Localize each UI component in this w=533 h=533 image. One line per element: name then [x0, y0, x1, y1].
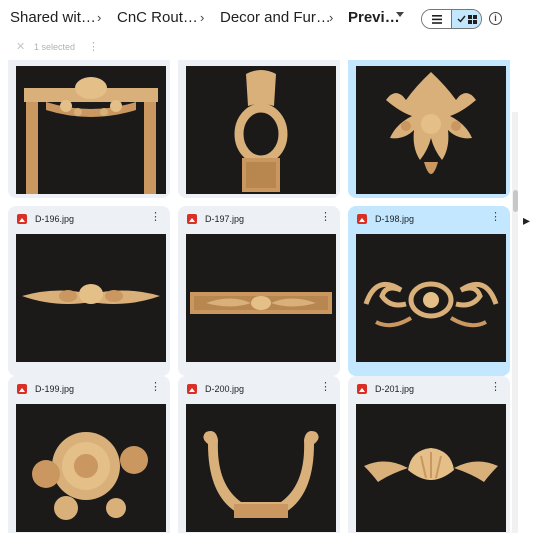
- file-thumbnail: [16, 404, 166, 532]
- file-grid: D-196.jpg ⋮ D-197.jpg ⋮ D-198.jpg ⋮ D-19…: [0, 60, 533, 533]
- more-options-icon[interactable]: ⋮: [490, 212, 501, 223]
- file-thumbnail: [16, 234, 166, 362]
- more-options-icon[interactable]: ⋮: [320, 212, 331, 223]
- carved-scroll-image: [363, 281, 499, 328]
- more-actions-button[interactable]: ⋮: [88, 40, 99, 53]
- image-file-icon: [357, 384, 367, 394]
- view-toggle: [421, 9, 482, 29]
- file-card[interactable]: D-199.jpg ⋮: [8, 376, 170, 533]
- breadcrumb-shared[interactable]: Shared wit…: [10, 9, 96, 26]
- image-file-icon: [17, 214, 27, 224]
- file-title-row: D-199.jpg ⋮: [8, 376, 170, 402]
- file-thumbnail: [186, 66, 336, 194]
- scrollbar-thumb[interactable]: [513, 190, 518, 212]
- file-name: D-199.jpg: [35, 384, 75, 394]
- file-card[interactable]: D-197.jpg ⋮: [178, 206, 340, 376]
- file-card[interactable]: [8, 60, 170, 198]
- file-name: D-196.jpg: [35, 214, 75, 224]
- carved-shell-image: [364, 448, 498, 482]
- carved-swag-image: [22, 284, 160, 304]
- file-thumbnail: [16, 66, 166, 194]
- clear-selection-button[interactable]: ✕: [16, 40, 25, 53]
- image-file-icon: [187, 214, 197, 224]
- more-options-icon[interactable]: ⋮: [150, 382, 161, 393]
- image-file-icon: [357, 214, 367, 224]
- breadcrumb-current[interactable]: Previ…: [348, 9, 400, 26]
- grid-icon: [467, 14, 477, 24]
- header: Shared wit… › CnC Rout… › Decor and Fur……: [0, 0, 533, 38]
- breadcrumb-cnc[interactable]: CnC Rout…: [117, 9, 198, 26]
- image-file-icon: [187, 384, 197, 394]
- carved-panel-image: [190, 292, 332, 314]
- file-title-row: D-200.jpg ⋮: [178, 376, 340, 402]
- carved-mirror-frame-image: [234, 70, 288, 192]
- file-name: D-197.jpg: [205, 214, 245, 224]
- file-card[interactable]: [178, 60, 340, 198]
- breadcrumb-decor[interactable]: Decor and Fur…: [220, 9, 331, 26]
- file-title-row: D-198.jpg ⋮: [348, 206, 510, 232]
- file-thumbnail: [356, 234, 506, 362]
- info-icon[interactable]: i: [489, 12, 502, 25]
- breadcrumb-separator: ›: [329, 10, 334, 25]
- file-name: D-198.jpg: [375, 214, 415, 224]
- file-title-row: D-197.jpg ⋮: [178, 206, 340, 232]
- carved-medallion-image: [386, 72, 476, 174]
- selection-bar: ✕ 1 selected ⋮: [8, 40, 510, 56]
- carved-arch-image: [24, 77, 158, 194]
- image-file-icon: [17, 384, 27, 394]
- file-card[interactable]: D-200.jpg ⋮: [178, 376, 340, 533]
- scrollbar-track[interactable]: [512, 112, 518, 533]
- more-options-icon[interactable]: ⋮: [490, 382, 501, 393]
- file-card[interactable]: D-201.jpg ⋮: [348, 376, 510, 533]
- file-card-selected[interactable]: [348, 60, 510, 198]
- chevron-down-icon[interactable]: [396, 12, 404, 17]
- mouse-cursor-icon: ▸: [523, 212, 531, 228]
- file-thumbnail: [186, 234, 336, 362]
- file-card-selected[interactable]: D-198.jpg ⋮: [348, 206, 510, 376]
- carved-handle-image: [203, 431, 319, 518]
- list-icon: [431, 14, 442, 24]
- file-thumbnail: [356, 66, 506, 194]
- check-icon: [457, 15, 466, 23]
- list-view-button[interactable]: [422, 10, 452, 28]
- file-card[interactable]: D-196.jpg ⋮: [8, 206, 170, 376]
- breadcrumb-separator: ›: [97, 10, 102, 25]
- breadcrumb-separator: ›: [200, 10, 205, 25]
- selection-count: 1 selected: [34, 42, 76, 52]
- file-thumbnail: [186, 404, 336, 532]
- file-thumbnail: [356, 404, 506, 532]
- carved-roses-image: [32, 432, 148, 520]
- more-options-icon[interactable]: ⋮: [150, 212, 161, 223]
- file-name: D-201.jpg: [375, 384, 415, 394]
- grid-view-button[interactable]: [452, 10, 481, 28]
- file-title-row: D-196.jpg ⋮: [8, 206, 170, 232]
- more-options-icon[interactable]: ⋮: [320, 382, 331, 393]
- file-title-row: D-201.jpg ⋮: [348, 376, 510, 402]
- file-name: D-200.jpg: [205, 384, 245, 394]
